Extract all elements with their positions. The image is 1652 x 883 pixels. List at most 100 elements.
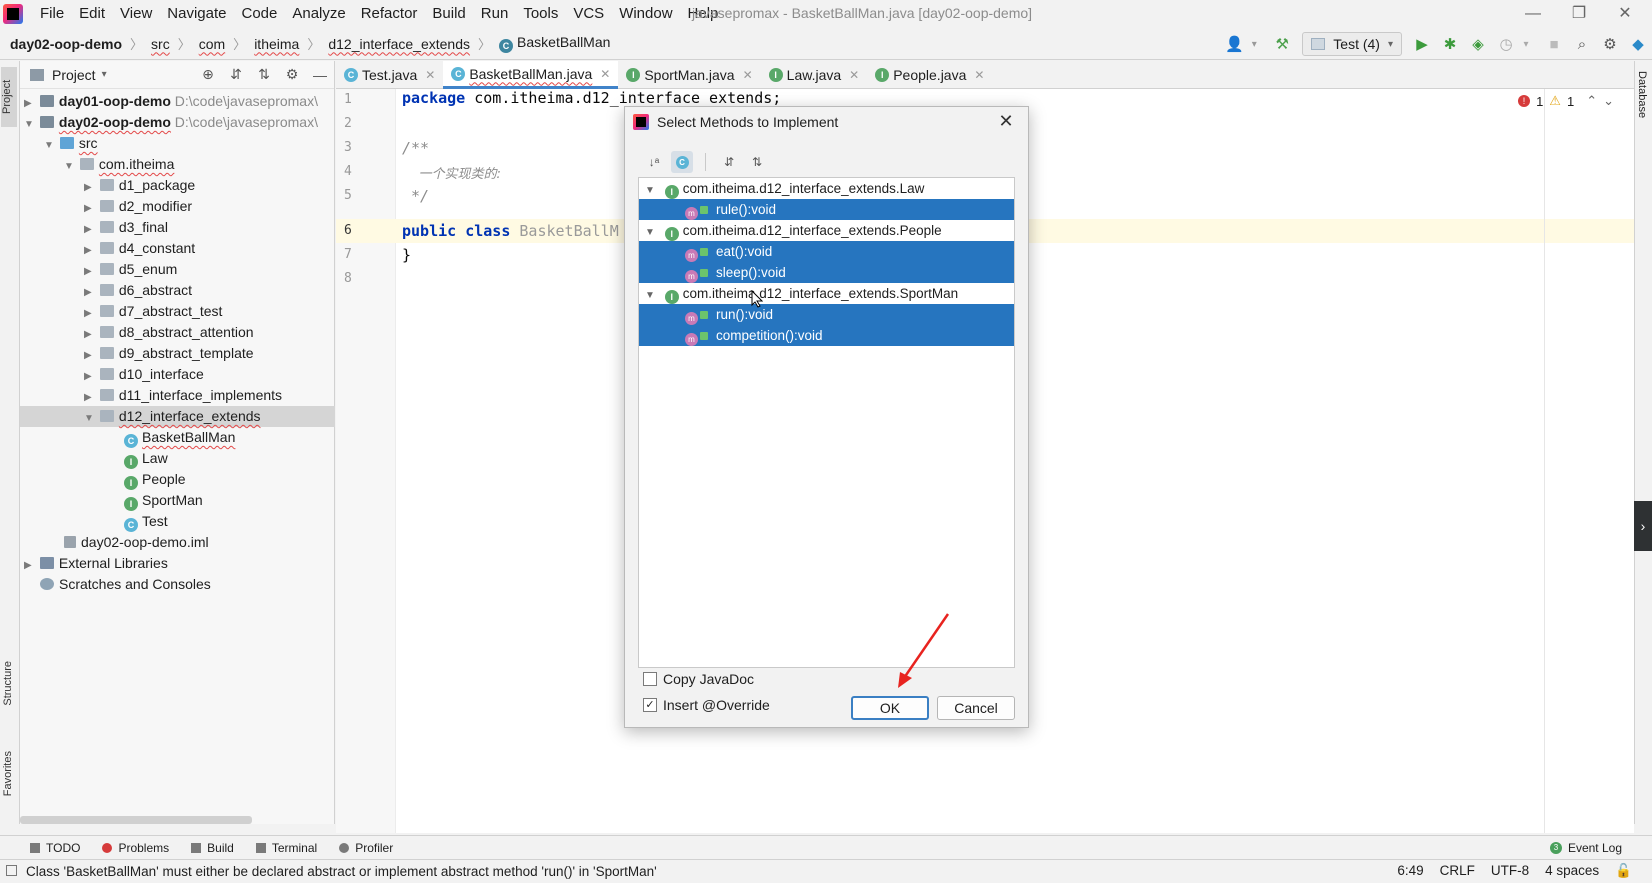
tree-item-package[interactable]: ▶ d6_abstract <box>20 280 335 301</box>
insert-override-checkbox[interactable]: ✓ <box>643 698 657 712</box>
sort-alphabetically-icon[interactable]: ↓ᵃ <box>643 151 665 173</box>
close-icon[interactable]: ✕ <box>425 68 435 82</box>
chevron-down-icon[interactable]: ▼ <box>84 408 96 429</box>
chevron-right-icon[interactable]: ▶ <box>24 93 36 114</box>
interface-group-law[interactable]: ▼ Icom.itheima.d12_interface_extends.Law <box>639 178 1014 199</box>
menu-view[interactable]: View <box>113 0 160 28</box>
database-tool-tab[interactable]: Database <box>1636 71 1648 118</box>
tree-item-package[interactable]: ▶ d11_interface_implements <box>20 385 335 406</box>
method-row-run[interactable]: m run():void <box>639 304 1014 325</box>
project-panel-title[interactable]: Project <box>52 67 96 83</box>
method-row-eat[interactable]: m eat():void <box>639 241 1014 262</box>
ok-button[interactable]: OK <box>851 696 929 720</box>
interface-group-people[interactable]: ▼ Icom.itheima.d12_interface_extends.Peo… <box>639 220 1014 241</box>
tree-item-package[interactable]: ▶ d9_abstract_template <box>20 343 335 364</box>
menu-file[interactable]: File <box>33 0 72 28</box>
method-row-sleep[interactable]: m sleep():void <box>639 262 1014 283</box>
minimize-button[interactable]: — <box>1510 2 1556 26</box>
build-tool-button[interactable]: Build <box>191 841 234 855</box>
tree-item-external-libraries[interactable]: ▶ External Libraries <box>20 553 335 574</box>
collapse-all-icon[interactable]: ⇅ <box>252 63 276 87</box>
tree-item-package[interactable]: ▶ d8_abstract_attention <box>20 322 335 343</box>
chevron-right-icon[interactable]: ▶ <box>84 387 96 408</box>
tree-item-class[interactable]: C BasketBallMan <box>20 427 335 448</box>
tree-item-package[interactable]: ▶ d2_modifier <box>20 196 335 217</box>
chevron-up-icon[interactable]: ⌃ <box>1586 93 1597 109</box>
hide-panel-icon[interactable]: — <box>308 63 332 87</box>
chevron-right-icon[interactable]: ▶ <box>84 177 96 198</box>
horizontal-scrollbar[interactable] <box>20 816 252 824</box>
indent-setting[interactable]: 4 spaces <box>1545 863 1599 879</box>
line-separator[interactable]: CRLF <box>1440 863 1475 879</box>
close-icon[interactable]: ✕ <box>996 111 1016 132</box>
close-icon[interactable]: ✕ <box>849 68 859 82</box>
close-icon[interactable]: ✕ <box>974 68 984 82</box>
menu-run[interactable]: Run <box>474 0 517 28</box>
tree-item-class[interactable]: C Test <box>20 511 335 532</box>
chevron-down-icon[interactable]: ▼ <box>64 156 76 177</box>
expand-all-icon[interactable]: ⇵ <box>718 151 740 173</box>
toggle-tool-windows-icon[interactable] <box>6 865 17 876</box>
menu-code[interactable]: Code <box>234 0 285 28</box>
panel-settings-icon[interactable]: ⚙ <box>280 63 304 87</box>
chevron-right-icon[interactable]: ▶ <box>84 303 96 324</box>
close-icon[interactable]: ✕ <box>600 67 610 81</box>
insert-override-option[interactable]: ✓ Insert @Override <box>643 697 770 713</box>
chevron-down-icon[interactable]: ▼ <box>645 285 657 306</box>
breadcrumb-project[interactable]: day02-oop-demo <box>0 36 126 52</box>
file-encoding[interactable]: UTF-8 <box>1491 863 1529 879</box>
chevron-right-icon[interactable]: ▶ <box>84 366 96 387</box>
copy-javadoc-option[interactable]: Copy JavaDoc <box>643 671 754 687</box>
project-tool-tab[interactable]: Project <box>1 67 17 127</box>
menu-edit[interactable]: Edit <box>72 0 113 28</box>
menu-navigate[interactable]: Navigate <box>160 0 234 28</box>
coverage-icon[interactable]: ◈ <box>1466 32 1490 56</box>
tab-law-java[interactable]: I Law.java ✕ <box>761 61 868 89</box>
window-close-button[interactable]: ✕ <box>1602 2 1648 26</box>
tree-item-day01[interactable]: ▶ day01-oop-demo D:\code\javasepromax\ <box>20 91 335 112</box>
tree-item-package[interactable]: ▶ d7_abstract_test <box>20 301 335 322</box>
chevron-right-icon[interactable]: ▶ <box>84 324 96 345</box>
inspection-widget[interactable]: ! 1 ⚠ 1 ⌃ ⌄ <box>1518 93 1614 109</box>
settings-gear-icon[interactable]: ⚙ <box>1598 32 1622 56</box>
chevron-right-icon[interactable]: ▶ <box>84 240 96 261</box>
search-icon[interactable]: ⌕ <box>1570 32 1594 56</box>
menu-build[interactable]: Build <box>425 0 473 28</box>
run-icon[interactable]: ▶ <box>1410 32 1434 56</box>
stop-icon[interactable]: ■ <box>1542 32 1566 56</box>
breadcrumb-src[interactable]: src <box>147 36 174 52</box>
run-config-select[interactable]: Test (4) ▾ <box>1302 32 1402 56</box>
chevron-down-icon[interactable]: ▼ <box>645 180 657 201</box>
todo-tool-button[interactable]: TODO <box>30 841 80 855</box>
debug-icon[interactable]: ✱ <box>1438 32 1462 56</box>
tree-item-interface[interactable]: I People <box>20 469 335 490</box>
tab-basketballman-java[interactable]: C BasketBallMan.java ✕ <box>443 61 619 89</box>
chevron-right-icon[interactable]: ▶ <box>84 282 96 303</box>
chevron-right-icon[interactable]: ▶ <box>84 345 96 366</box>
copy-javadoc-checkbox[interactable] <box>643 672 657 686</box>
event-log-button[interactable]: 3 Event Log <box>1549 841 1622 855</box>
tab-people-java[interactable]: I People.java ✕ <box>867 61 992 89</box>
menu-vcs[interactable]: VCS <box>566 0 612 28</box>
caret-position[interactable]: 6:49 <box>1397 863 1423 879</box>
expand-handle-chevron-icon[interactable]: › <box>1634 501 1652 551</box>
profiler-tool-button[interactable]: Profiler <box>339 841 393 855</box>
chevron-down-icon[interactable]: ▼ <box>44 135 56 156</box>
chevron-down-icon[interactable]: ⌄ <box>1603 93 1614 109</box>
tree-item-d12-selected[interactable]: ▼ d12_interface_extends <box>20 406 335 427</box>
method-row-rule[interactable]: m rule():void <box>639 199 1014 220</box>
tree-item-src[interactable]: ▼ src <box>20 133 335 154</box>
breadcrumb-itheima[interactable]: itheima <box>250 36 303 52</box>
toolbox-icon[interactable]: ◆ <box>1626 32 1650 56</box>
expand-all-icon[interactable]: ⇵ <box>224 63 248 87</box>
tree-item-com-itheima[interactable]: ▼ com.itheima <box>20 154 335 175</box>
menu-tools[interactable]: Tools <box>516 0 566 28</box>
restore-button[interactable]: ❐ <box>1556 2 1602 26</box>
tree-item-day02[interactable]: ▼ day02-oop-demo D:\code\javasepromax\ <box>20 112 335 133</box>
menu-window[interactable]: Window <box>612 0 680 28</box>
collapse-all-icon[interactable]: ⇅ <box>746 151 768 173</box>
tab-sportman-java[interactable]: I SportMan.java ✕ <box>618 61 760 89</box>
locate-file-icon[interactable]: ⊕ <box>196 63 220 87</box>
breadcrumb-class[interactable]: C BasketBallMan <box>495 34 614 53</box>
chevron-down-icon[interactable]: ▾ <box>102 69 107 80</box>
